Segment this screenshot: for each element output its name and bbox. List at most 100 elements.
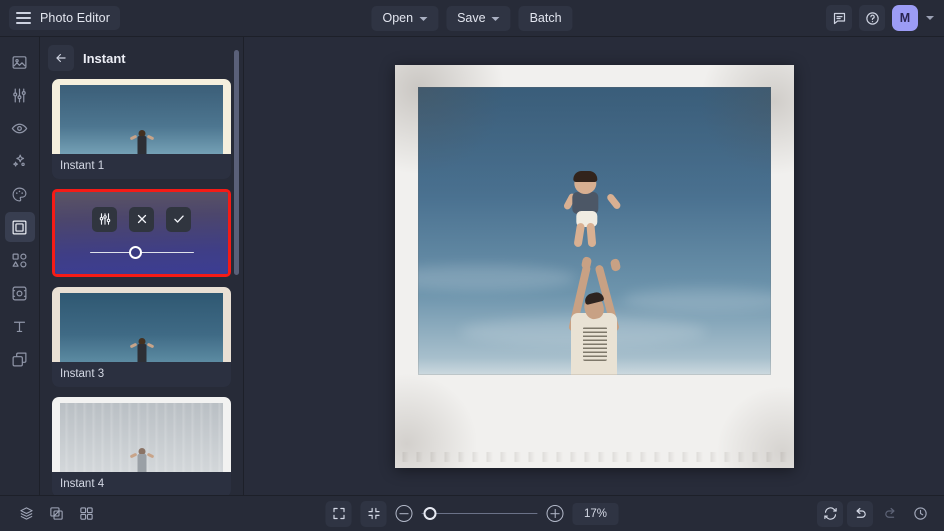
compare-button[interactable]	[43, 501, 69, 527]
history-controls	[817, 500, 933, 527]
zoom-out-button[interactable]	[395, 505, 413, 522]
crop-focus-icon	[12, 286, 27, 300]
fit-screen-icon	[332, 507, 345, 520]
account-actions: M	[826, 5, 934, 31]
preset-thumbnail	[52, 397, 231, 472]
chevron-down-icon[interactable]	[926, 16, 934, 20]
feedback-button[interactable]	[826, 5, 852, 31]
help-circle-icon	[865, 11, 879, 25]
canvas-viewport[interactable]	[244, 37, 944, 495]
polaroid-preview	[52, 287, 231, 362]
history-button[interactable]	[907, 501, 933, 527]
slider-knob[interactable]	[129, 245, 143, 259]
effects-icon	[13, 154, 25, 167]
file-actions: Open Save Batch	[371, 5, 573, 31]
frame-icon	[12, 220, 27, 234]
help-button[interactable]	[859, 5, 885, 31]
close-icon	[137, 214, 146, 224]
layers-icon	[12, 352, 27, 366]
rail-item-focus[interactable]	[5, 278, 35, 308]
rail-item-frames[interactable]	[4, 212, 35, 242]
polaroid-caption-area	[394, 377, 794, 468]
text-icon	[13, 321, 26, 332]
list-item[interactable]: Instant 3	[52, 287, 231, 387]
undo-button[interactable]	[847, 500, 873, 527]
preset-control-buttons	[92, 206, 191, 232]
shrink-icon	[367, 507, 380, 520]
compare-split-icon	[49, 507, 63, 520]
rail-item-layers[interactable]	[5, 344, 35, 374]
baby-subject	[562, 170, 622, 247]
rail-item-color[interactable]	[5, 179, 35, 209]
adult-subject	[558, 255, 630, 375]
list-item[interactable]: Instant 1	[52, 79, 231, 179]
open-button[interactable]: Open	[371, 5, 439, 31]
polaroid-preview	[52, 79, 231, 154]
preset-label: Instant 1	[52, 154, 231, 179]
polaroid-frame[interactable]	[394, 64, 794, 468]
palette-icon	[12, 187, 27, 201]
list-item[interactable]: Instant 4	[52, 397, 231, 495]
redo-button[interactable]	[877, 501, 903, 527]
rail-item-retouch[interactable]	[5, 113, 35, 143]
grid-button[interactable]	[73, 501, 99, 527]
check-icon	[173, 215, 184, 223]
canvas-region	[244, 37, 944, 495]
grid-icon	[79, 507, 93, 520]
image-icon	[12, 55, 27, 69]
preset-label: Instant 4	[52, 472, 231, 495]
app-menu-button[interactable]: Photo Editor	[9, 6, 120, 30]
eye-icon	[11, 123, 28, 133]
layers-button[interactable]	[13, 501, 39, 527]
rail-item-text[interactable]	[5, 311, 35, 341]
editor-body: Instant Instant 1 Instant 3 Instant 4	[0, 37, 944, 495]
undo-icon	[855, 507, 866, 518]
rail-item-image[interactable]	[5, 47, 35, 77]
bottom-toolbar: 17%	[0, 495, 944, 531]
history-icon	[913, 507, 927, 520]
rail-item-shapes[interactable]	[5, 245, 35, 275]
view-mode-group	[13, 501, 99, 527]
list-item-selected[interactable]	[52, 189, 231, 277]
rail-item-adjustments[interactable]	[5, 80, 35, 110]
preset-settings-button[interactable]	[92, 206, 117, 232]
back-button[interactable]	[48, 45, 74, 71]
fit-actual-button[interactable]	[360, 500, 387, 527]
batch-button[interactable]: Batch	[518, 5, 573, 31]
save-button[interactable]: Save	[446, 5, 511, 31]
top-toolbar: Photo Editor Open Save Batch M	[0, 0, 944, 37]
reset-button[interactable]	[817, 500, 843, 527]
open-label: Open	[382, 11, 414, 25]
zoom-controls: 17%	[325, 500, 619, 527]
preset-label: Instant 3	[52, 362, 231, 387]
panel-scrollbar[interactable]	[234, 41, 239, 491]
avatar[interactable]: M	[892, 5, 918, 31]
tool-rail	[0, 37, 40, 495]
edited-photo	[417, 86, 771, 375]
sliders-icon	[99, 213, 110, 225]
panel-title: Instant	[83, 50, 126, 66]
zoom-in-button[interactable]	[546, 505, 564, 522]
batch-label: Batch	[529, 11, 562, 25]
slider-knob[interactable]	[423, 506, 437, 520]
preset-list: Instant 1 Instant 3 Instant 4	[40, 79, 243, 495]
polaroid-preview	[52, 397, 231, 472]
preset-thumbnail	[52, 79, 231, 154]
preset-cancel-button[interactable]	[129, 206, 154, 232]
save-label: Save	[457, 11, 486, 25]
preset-panel: Instant Instant 1 Instant 3 Instant 4	[40, 37, 244, 495]
preset-active-controls	[55, 192, 228, 274]
redo-icon	[884, 507, 895, 518]
zoom-slider[interactable]	[421, 506, 538, 521]
reset-icon	[823, 507, 837, 520]
preset-apply-button[interactable]	[166, 206, 191, 232]
app-title: Photo Editor	[40, 11, 110, 25]
zoom-level-value[interactable]: 17%	[572, 502, 619, 525]
adjustments-icon	[13, 88, 26, 102]
preset-panel-header: Instant	[40, 37, 243, 79]
preset-intensity-slider[interactable]	[89, 245, 194, 260]
panel-scrollbar-thumb[interactable]	[234, 50, 239, 275]
slider-track	[421, 512, 538, 514]
fit-screen-button[interactable]	[325, 500, 352, 527]
rail-item-effects[interactable]	[5, 146, 35, 176]
